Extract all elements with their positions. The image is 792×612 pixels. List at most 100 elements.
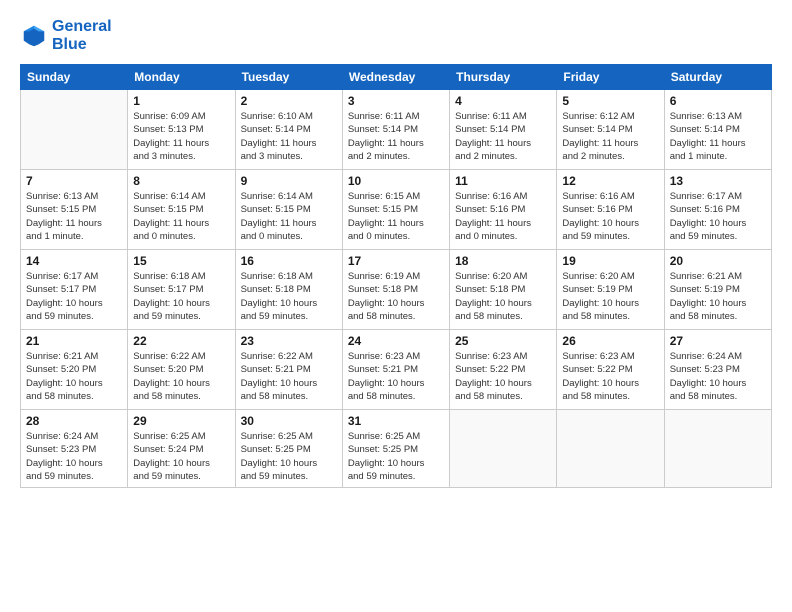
- day-cell: 30 Sunrise: 6:25 AM Sunset: 5:25 PM Dayli…: [235, 410, 342, 488]
- header-sunday: Sunday: [21, 65, 128, 90]
- day-cell: 23Sunrise: 6:22 AM Sunset: 5:21 PM Dayli…: [235, 330, 342, 410]
- header-row: SundayMondayTuesdayWednesdayThursdayFrid…: [21, 65, 772, 90]
- day-number: 8: [133, 174, 229, 188]
- day-cell: 15 Sunrise: 6:18 AM Sunset: 5:17 PM Dayli…: [128, 250, 235, 330]
- page: General Blue SundayMondayTuesdayWednesda…: [0, 0, 792, 612]
- header-monday: Monday: [128, 65, 235, 90]
- day-info: Sunrise: 6:23 AM Sunset: 5:21 PM Dayligh…: [348, 350, 444, 403]
- day-number: 3: [348, 94, 444, 108]
- header-wednesday: Wednesday: [342, 65, 449, 90]
- day-cell: 13 Sunrise: 6:17 AM Sunset: 5:16 PM Dayli…: [664, 170, 771, 250]
- day-number: 6: [670, 94, 766, 108]
- day-info: Sunrise: 6:17 AM Sunset: 5:17 PM Dayligh…: [26, 270, 122, 323]
- day-info: Sunrise: 6:13 AM Sunset: 5:15 PM Dayligh…: [26, 190, 122, 243]
- day-cell: [664, 410, 771, 488]
- day-info: Sunrise: 6:24 AM Sunset: 5:23 PM Dayligh…: [670, 350, 766, 403]
- day-info: Sunrise: 6:23 AM Sunset: 5:22 PM Dayligh…: [455, 350, 551, 403]
- day-cell: 21 Sunrise: 6:21 AM Sunset: 5:20 PM Dayli…: [21, 330, 128, 410]
- day-cell: [21, 90, 128, 170]
- day-info: Sunrise: 6:23 AM Sunset: 5:22 PM Dayligh…: [562, 350, 658, 403]
- week-row-1: 7Sunrise: 6:13 AM Sunset: 5:15 PM Daylig…: [21, 170, 772, 250]
- day-cell: 16 Sunrise: 6:18 AM Sunset: 5:18 PM Dayli…: [235, 250, 342, 330]
- day-cell: 22Sunrise: 6:22 AM Sunset: 5:20 PM Dayli…: [128, 330, 235, 410]
- week-row-3: 21 Sunrise: 6:21 AM Sunset: 5:20 PM Dayli…: [21, 330, 772, 410]
- day-number: 9: [241, 174, 337, 188]
- header-thursday: Thursday: [450, 65, 557, 90]
- week-row-4: 28 Sunrise: 6:24 AM Sunset: 5:23 PM Dayli…: [21, 410, 772, 488]
- header-tuesday: Tuesday: [235, 65, 342, 90]
- day-number: 2: [241, 94, 337, 108]
- day-info: Sunrise: 6:16 AM Sunset: 5:16 PM Dayligh…: [562, 190, 658, 243]
- day-number: 1: [133, 94, 229, 108]
- day-cell: 3 Sunrise: 6:11 AM Sunset: 5:14 PM Daylig…: [342, 90, 449, 170]
- day-number: 21: [26, 334, 122, 348]
- day-cell: 9 Sunrise: 6:14 AM Sunset: 5:15 PM Daylig…: [235, 170, 342, 250]
- day-cell: 2Sunrise: 6:10 AM Sunset: 5:14 PM Daylig…: [235, 90, 342, 170]
- day-info: Sunrise: 6:11 AM Sunset: 5:14 PM Dayligh…: [348, 110, 444, 163]
- logo: General Blue: [20, 18, 112, 54]
- day-number: 4: [455, 94, 551, 108]
- day-number: 13: [670, 174, 766, 188]
- day-cell: 8 Sunrise: 6:14 AM Sunset: 5:15 PM Daylig…: [128, 170, 235, 250]
- header-friday: Friday: [557, 65, 664, 90]
- logo-icon: [20, 22, 48, 50]
- day-cell: 19 Sunrise: 6:20 AM Sunset: 5:19 PM Dayli…: [557, 250, 664, 330]
- day-info: Sunrise: 6:12 AM Sunset: 5:14 PM Dayligh…: [562, 110, 658, 163]
- day-number: 20: [670, 254, 766, 268]
- day-info: Sunrise: 6:21 AM Sunset: 5:19 PM Dayligh…: [670, 270, 766, 323]
- header-saturday: Saturday: [664, 65, 771, 90]
- day-cell: [450, 410, 557, 488]
- day-info: Sunrise: 6:14 AM Sunset: 5:15 PM Dayligh…: [241, 190, 337, 243]
- day-number: 14: [26, 254, 122, 268]
- day-cell: 12 Sunrise: 6:16 AM Sunset: 5:16 PM Dayli…: [557, 170, 664, 250]
- day-number: 18: [455, 254, 551, 268]
- calendar-table: SundayMondayTuesdayWednesdayThursdayFrid…: [20, 64, 772, 488]
- day-number: 28: [26, 414, 122, 428]
- day-info: Sunrise: 6:18 AM Sunset: 5:17 PM Dayligh…: [133, 270, 229, 323]
- day-cell: 17 Sunrise: 6:19 AM Sunset: 5:18 PM Dayli…: [342, 250, 449, 330]
- day-cell: 29Sunrise: 6:25 AM Sunset: 5:24 PM Dayli…: [128, 410, 235, 488]
- day-cell: 7Sunrise: 6:13 AM Sunset: 5:15 PM Daylig…: [21, 170, 128, 250]
- day-info: Sunrise: 6:14 AM Sunset: 5:15 PM Dayligh…: [133, 190, 229, 243]
- day-number: 15: [133, 254, 229, 268]
- day-number: 23: [241, 334, 337, 348]
- day-cell: 18 Sunrise: 6:20 AM Sunset: 5:18 PM Dayli…: [450, 250, 557, 330]
- day-number: 24: [348, 334, 444, 348]
- day-cell: 20 Sunrise: 6:21 AM Sunset: 5:19 PM Dayli…: [664, 250, 771, 330]
- day-info: Sunrise: 6:11 AM Sunset: 5:14 PM Dayligh…: [455, 110, 551, 163]
- week-row-2: 14 Sunrise: 6:17 AM Sunset: 5:17 PM Dayli…: [21, 250, 772, 330]
- day-info: Sunrise: 6:19 AM Sunset: 5:18 PM Dayligh…: [348, 270, 444, 323]
- day-info: Sunrise: 6:13 AM Sunset: 5:14 PM Dayligh…: [670, 110, 766, 163]
- day-info: Sunrise: 6:17 AM Sunset: 5:16 PM Dayligh…: [670, 190, 766, 243]
- day-cell: 26 Sunrise: 6:23 AM Sunset: 5:22 PM Dayli…: [557, 330, 664, 410]
- day-cell: 11 Sunrise: 6:16 AM Sunset: 5:16 PM Dayli…: [450, 170, 557, 250]
- day-info: Sunrise: 6:25 AM Sunset: 5:25 PM Dayligh…: [241, 430, 337, 483]
- day-number: 29: [133, 414, 229, 428]
- day-cell: [557, 410, 664, 488]
- day-number: 30: [241, 414, 337, 428]
- day-info: Sunrise: 6:20 AM Sunset: 5:19 PM Dayligh…: [562, 270, 658, 323]
- day-number: 27: [670, 334, 766, 348]
- day-info: Sunrise: 6:24 AM Sunset: 5:23 PM Dayligh…: [26, 430, 122, 483]
- day-number: 26: [562, 334, 658, 348]
- day-number: 19: [562, 254, 658, 268]
- day-number: 10: [348, 174, 444, 188]
- day-info: Sunrise: 6:21 AM Sunset: 5:20 PM Dayligh…: [26, 350, 122, 403]
- day-cell: 14 Sunrise: 6:17 AM Sunset: 5:17 PM Dayli…: [21, 250, 128, 330]
- day-cell: 25Sunrise: 6:23 AM Sunset: 5:22 PM Dayli…: [450, 330, 557, 410]
- day-number: 5: [562, 94, 658, 108]
- day-info: Sunrise: 6:09 AM Sunset: 5:13 PM Dayligh…: [133, 110, 229, 163]
- day-info: Sunrise: 6:16 AM Sunset: 5:16 PM Dayligh…: [455, 190, 551, 243]
- day-number: 22: [133, 334, 229, 348]
- day-number: 16: [241, 254, 337, 268]
- day-cell: 31Sunrise: 6:25 AM Sunset: 5:25 PM Dayli…: [342, 410, 449, 488]
- day-number: 17: [348, 254, 444, 268]
- day-info: Sunrise: 6:20 AM Sunset: 5:18 PM Dayligh…: [455, 270, 551, 323]
- day-cell: 5 Sunrise: 6:12 AM Sunset: 5:14 PM Daylig…: [557, 90, 664, 170]
- day-info: Sunrise: 6:18 AM Sunset: 5:18 PM Dayligh…: [241, 270, 337, 323]
- day-number: 11: [455, 174, 551, 188]
- week-row-0: 1 Sunrise: 6:09 AM Sunset: 5:13 PM Daylig…: [21, 90, 772, 170]
- day-cell: 1 Sunrise: 6:09 AM Sunset: 5:13 PM Daylig…: [128, 90, 235, 170]
- day-cell: 24 Sunrise: 6:23 AM Sunset: 5:21 PM Dayli…: [342, 330, 449, 410]
- day-number: 12: [562, 174, 658, 188]
